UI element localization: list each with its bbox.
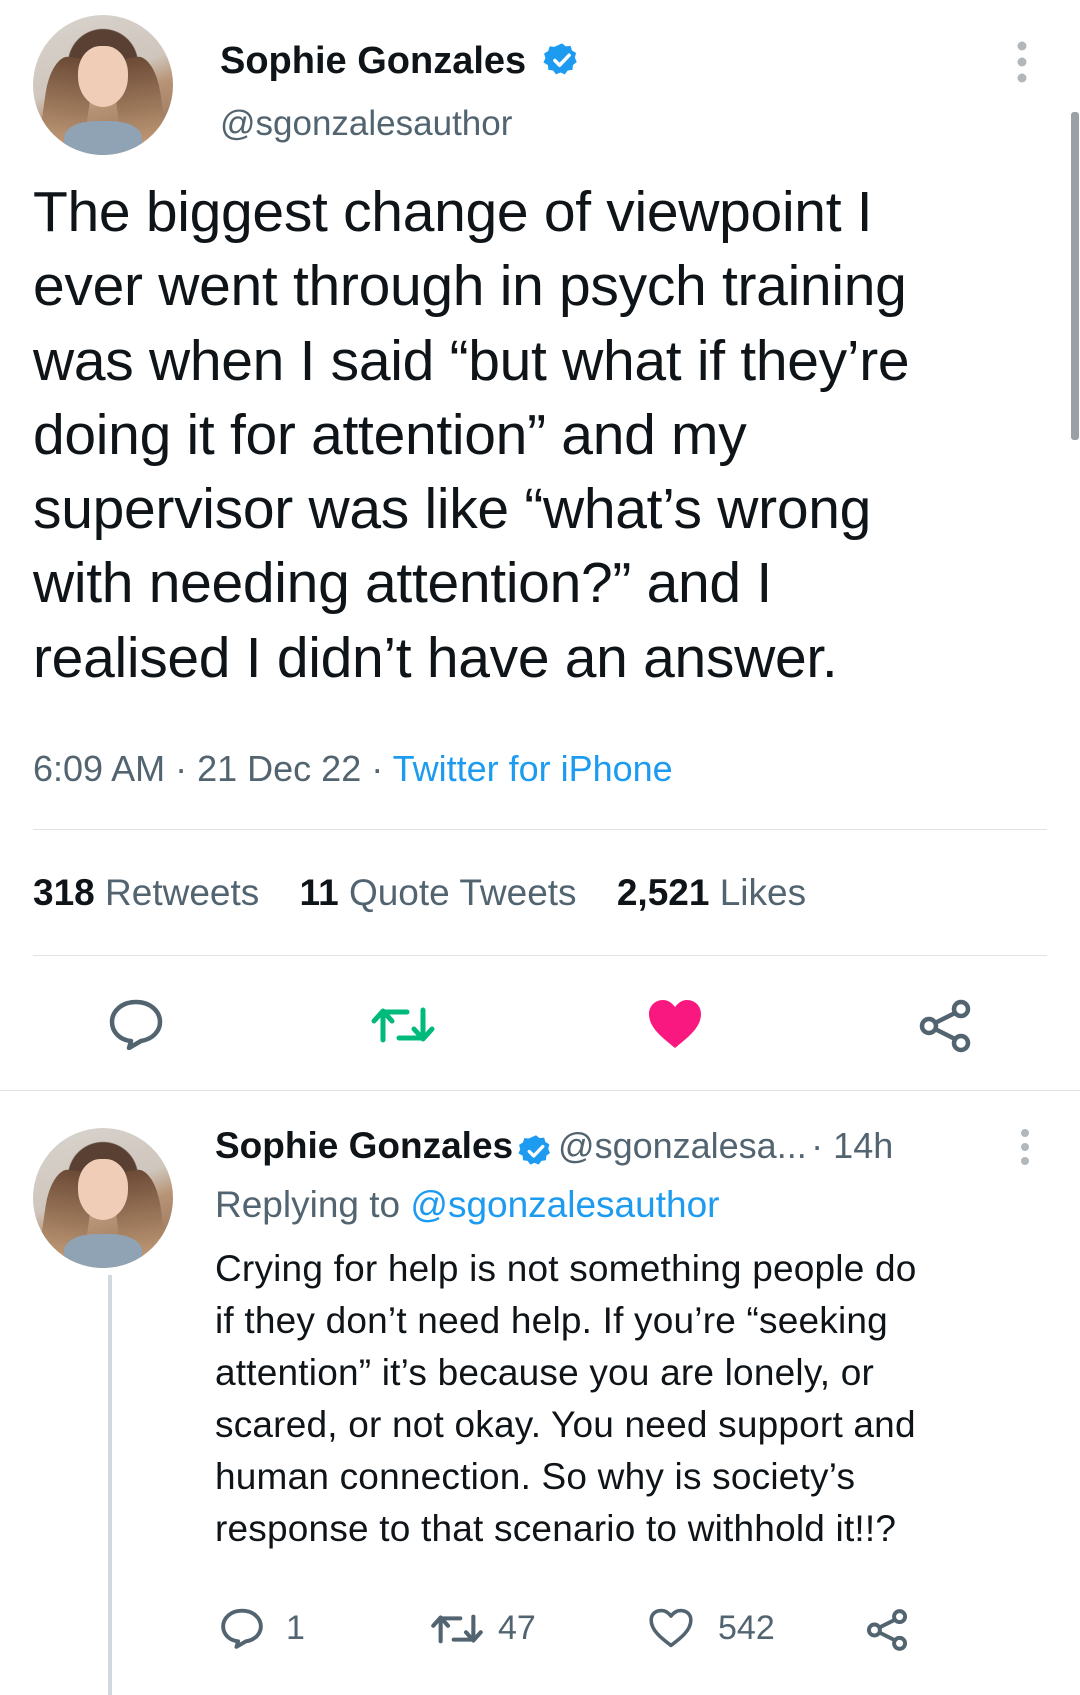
meta-separator: ·: [811, 1125, 834, 1166]
reply-icon[interactable]: [108, 998, 164, 1050]
quote-tweets-label: Quote Tweets: [348, 872, 577, 913]
tweet-text-line: supervisor was like “what’s wrong: [33, 477, 872, 542]
reply-text-line: response to that scenario to withhold it…: [215, 1508, 897, 1549]
retweet-icon: [431, 1614, 483, 1643]
author-name[interactable]: Sophie Gonzales: [220, 40, 581, 83]
tweet-text: The biggest change of viewpoint I ever w…: [33, 175, 1043, 695]
tweet-text-line: ever went through in psych training: [33, 254, 907, 319]
verified-badge-icon: [518, 1135, 550, 1165]
author-avatar[interactable]: [33, 15, 173, 155]
divider: [0, 1090, 1080, 1091]
tweet-text-line: with needing attention?” and I: [33, 551, 772, 616]
reply-retweet-button[interactable]: 47: [430, 1609, 536, 1648]
reply-icon: [221, 1608, 263, 1649]
reply-share-icon[interactable]: [865, 1608, 909, 1652]
reply-author-avatar[interactable]: [33, 1128, 173, 1268]
divider: [33, 829, 1047, 830]
tweet-text-line: The biggest change of viewpoint I: [33, 180, 873, 244]
scrollbar[interactable]: [1071, 112, 1079, 440]
tweet-source-link[interactable]: Twitter for iPhone: [393, 748, 673, 789]
quote-tweets-count: 11: [299, 872, 339, 913]
quote-tweets-stat[interactable]: 11 Quote Tweets: [300, 872, 577, 913]
reply-age[interactable]: 14h: [833, 1125, 893, 1166]
reply-like-count: 542: [718, 1608, 775, 1647]
replying-to-handle[interactable]: @sgonzalesauthor: [410, 1184, 719, 1225]
like-icon[interactable]: [646, 998, 704, 1050]
reply-text-line: if they don’t need help. If you’re “seek…: [215, 1300, 888, 1341]
thread-line: [108, 1275, 112, 1695]
verified-badge-icon: [543, 43, 577, 75]
tweet-time[interactable]: 6:09 AM: [33, 748, 165, 789]
retweets-stat[interactable]: 318 Retweets: [33, 872, 259, 913]
likes-stat[interactable]: 2,521 Likes: [617, 872, 806, 913]
reply-text-line: attention” it’s because you are lonely, …: [215, 1352, 875, 1393]
reply-retweet-count: 47: [498, 1609, 536, 1647]
retweet-icon[interactable]: [370, 1002, 436, 1048]
tweet-text-line: was when I said “but what if they’re: [33, 328, 910, 393]
like-icon: [649, 1608, 693, 1648]
reply-text-line: scared, or not okay. You need support an…: [215, 1404, 916, 1445]
reply-author-name[interactable]: Sophie Gonzales: [215, 1125, 513, 1166]
meta-separator: ·: [371, 748, 393, 789]
reply-count: 1: [286, 1608, 305, 1647]
share-icon[interactable]: [917, 998, 973, 1054]
reply-more-icon[interactable]: [1016, 1128, 1034, 1166]
retweets-count: 318: [33, 872, 95, 913]
reply-text-line: human connection. So why is society’s: [215, 1456, 856, 1497]
author-handle[interactable]: @sgonzalesauthor: [220, 104, 512, 144]
tweet-text-line: doing it for attention” and my: [33, 402, 747, 467]
reply-like-button[interactable]: 542: [648, 1607, 775, 1649]
replying-to: Replying to @sgonzalesauthor: [215, 1184, 719, 1226]
meta-separator: ·: [175, 748, 198, 789]
tweet-stats: 318 Retweets 11 Quote Tweets 2,521 Likes: [33, 872, 836, 914]
reply-author-handle[interactable]: @sgonzalesa...: [558, 1125, 807, 1166]
tweet-date[interactable]: 21 Dec 22: [197, 748, 361, 789]
retweets-label: Retweets: [105, 872, 260, 913]
reply-text-line: Crying for help is not something people …: [215, 1248, 917, 1289]
tweet-meta: 6:09 AM · 21 Dec 22 · Twitter for iPhone: [33, 748, 673, 790]
reply-header: Sophie Gonzales @sgonzalesa... · 14h: [215, 1125, 893, 1169]
reply-reply-button[interactable]: 1: [220, 1607, 305, 1649]
likes-label: Likes: [719, 872, 807, 913]
tweet-text-line: realised I didn’t have an answer.: [33, 625, 838, 690]
replying-prefix: Replying to: [215, 1184, 401, 1225]
author-name-text: Sophie Gonzales: [220, 40, 527, 82]
more-icon[interactable]: [1012, 40, 1032, 84]
likes-count: 2,521: [616, 872, 710, 913]
divider: [33, 955, 1047, 956]
reply-text: Crying for help is not something people …: [215, 1243, 1065, 1555]
